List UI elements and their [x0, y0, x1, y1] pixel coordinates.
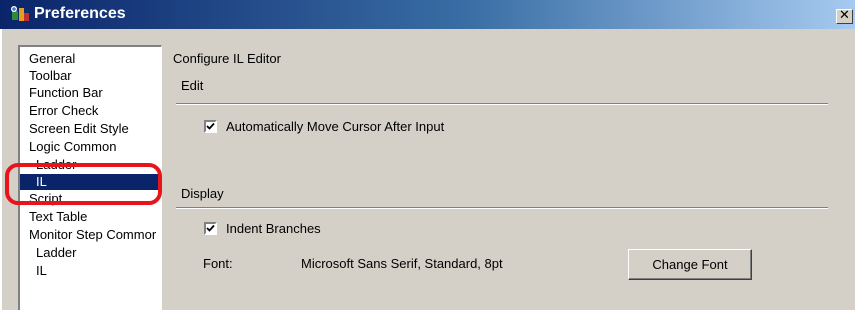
panel-title: Configure IL Editor	[173, 51, 281, 66]
change-font-button[interactable]: Change Font	[628, 249, 752, 280]
tree-item-toolbar[interactable]: Toolbar	[29, 68, 72, 84]
indent-branches-checkbox[interactable]	[204, 222, 217, 235]
tree-item-general[interactable]: General	[29, 51, 75, 67]
tree-item-function-bar[interactable]: Function Bar	[29, 85, 103, 101]
edit-section-divider	[176, 103, 828, 105]
tree-item-logic-il[interactable]: IL	[20, 174, 160, 190]
font-label: Font:	[203, 256, 233, 271]
category-tree[interactable]: General Toolbar Function Bar Error Check…	[18, 45, 162, 310]
edit-section-heading: Edit	[181, 78, 204, 93]
tree-item-error-check[interactable]: Error Check	[29, 103, 98, 119]
preferences-app-icon	[11, 6, 29, 21]
tree-item-monitor-step-common[interactable]: Monitor Step Commor	[29, 227, 156, 243]
tree-item-text-table[interactable]: Text Table	[29, 209, 87, 225]
tree-item-script[interactable]: Script	[29, 191, 62, 207]
tree-item-monitor-il[interactable]: IL	[36, 263, 47, 279]
tree-item-monitor-ladder[interactable]: Ladder	[36, 245, 76, 261]
indent-branches-label[interactable]: Indent Branches	[226, 221, 321, 236]
auto-move-cursor-label[interactable]: Automatically Move Cursor After Input	[226, 119, 444, 134]
tree-item-logic-ladder[interactable]: Ladder	[36, 157, 76, 173]
tree-item-logic-common[interactable]: Logic Common	[29, 139, 116, 155]
title-bar: Preferences ✕	[0, 0, 855, 29]
checkmark-icon	[206, 224, 215, 232]
close-icon[interactable]: ✕	[836, 9, 853, 24]
window-frame-edge	[0, 29, 3, 310]
auto-move-cursor-checkbox[interactable]	[204, 120, 217, 133]
tree-item-screen-edit-style[interactable]: Screen Edit Style	[29, 121, 129, 137]
font-value: Microsoft Sans Serif, Standard, 8pt	[301, 256, 503, 271]
display-section-divider	[176, 207, 828, 209]
window-title: Preferences	[34, 5, 126, 22]
checkmark-icon	[206, 122, 215, 130]
display-section-heading: Display	[181, 186, 224, 201]
